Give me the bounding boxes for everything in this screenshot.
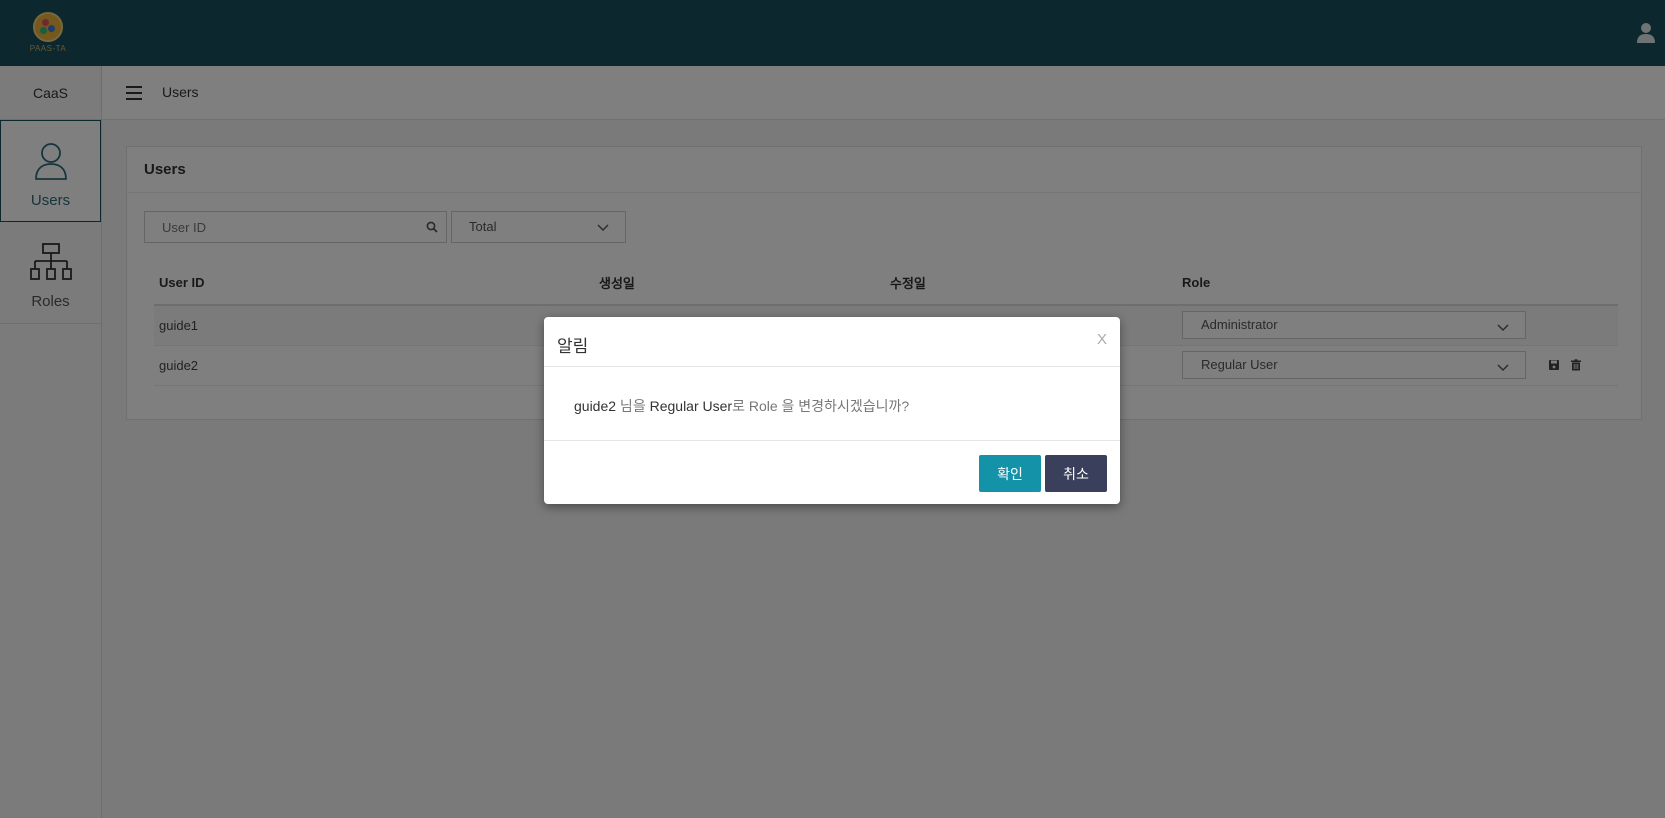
confirm-dialog: 알림 X guide2 님을 Regular User로 Role 을 변경하시…	[544, 317, 1120, 504]
dialog-message: guide2 님을 Regular User로 Role 을 변경하시겠습니까?	[544, 367, 1120, 441]
cancel-button[interactable]: 취소	[1045, 455, 1107, 492]
dialog-title: 알림	[557, 337, 589, 356]
message-text: 님을	[616, 398, 650, 414]
message-text: 로 Role 을 변경하시겠습니까?	[732, 398, 910, 414]
dialog-footer: 확인 취소	[544, 441, 1120, 503]
dialog-close-button[interactable]: X	[1097, 331, 1107, 348]
dialog-header: 알림 X	[544, 317, 1120, 367]
message-user: guide2	[574, 398, 617, 414]
confirm-button[interactable]: 확인	[979, 455, 1041, 492]
message-role: Regular User	[649, 398, 733, 414]
